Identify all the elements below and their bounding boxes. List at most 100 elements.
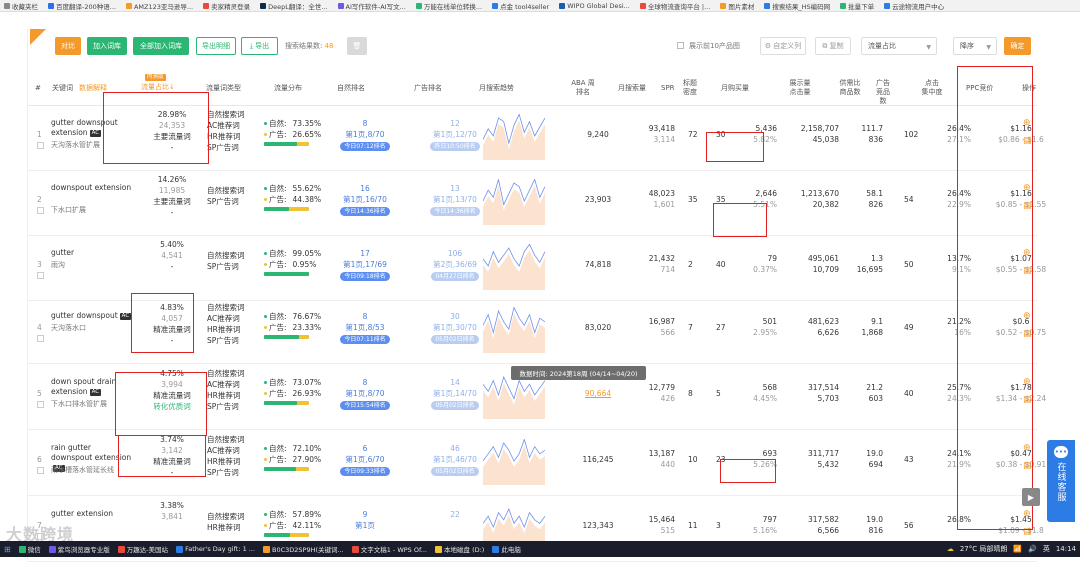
keyword-text[interactable]: gutter extension [51, 509, 113, 518]
keyword-text[interactable]: down spout drain extension [51, 377, 116, 396]
col-click-concentration[interactable]: 点击 集中度 [921, 79, 943, 97]
taskbar-app[interactable]: B0C3D2SP9H(关键词... [259, 541, 348, 557]
monthly-trend-sparkline[interactable] [483, 244, 545, 290]
keyword-text[interactable]: gutter downspout [51, 311, 118, 320]
bookmark-item[interactable]: 收藏夹栏 [4, 1, 38, 11]
keyword-cell[interactable]: gutter downspout AC [51, 311, 133, 321]
monthly-trend-sparkline[interactable] [483, 439, 545, 485]
bookmark-item[interactable]: 全球物流查询平台 |... [639, 1, 710, 11]
keyword-cell[interactable]: gutter extension [51, 509, 133, 519]
delete-button[interactable]: 🗑 [347, 37, 367, 55]
col-display-click[interactable]: 展示量 点击量 [786, 79, 814, 97]
add-action-icon[interactable]: ⊕ [1023, 377, 1031, 387]
keyword-cell[interactable]: downspout extension [51, 183, 133, 193]
monthly-trend-sparkline[interactable] [483, 307, 545, 353]
col-aba[interactable]: ABA 周排名 [569, 79, 597, 97]
row-checkbox[interactable] [37, 207, 44, 214]
ad-rank-cell[interactable]: 22 [425, 509, 485, 520]
ad-rank-cell[interactable]: 14 第1页,14/70 05月02日排名 [425, 377, 485, 410]
copy-button[interactable]: ⧉ 复制 [815, 37, 851, 55]
bookmark-item[interactable]: AI写作软件-AI写文... [337, 1, 406, 11]
taskbar-app[interactable]: 万趣达-美国站 [114, 541, 172, 557]
row-checkbox[interactable] [37, 467, 44, 474]
ad-rank-cell[interactable]: 106 第2页,36/69 04月27日排名 [425, 248, 485, 281]
export-button[interactable]: ⤓ 导出 [241, 37, 278, 55]
row-checkbox[interactable] [37, 335, 44, 342]
col-flow-ratio[interactable]: 流量占比↓ [141, 83, 175, 92]
add-action-icon[interactable]: ⊕ [1023, 118, 1031, 128]
taskbar-app[interactable]: 紫鸟浏览器专业版 [45, 541, 114, 557]
bookmark-item[interactable]: AMZ123亚马逊导... [125, 1, 193, 11]
add-action-icon[interactable]: ⊕ [1023, 311, 1031, 321]
list-action-icon[interactable]: ▤ [1023, 201, 1032, 211]
taskbar-app[interactable]: 微信 [15, 541, 45, 557]
natural-rank-cell[interactable]: 17 第1页,17/69 今日09:18排名 [335, 248, 395, 281]
bookmark-item[interactable]: 卖家精灵登录 [203, 1, 250, 11]
bookmark-item[interactable]: 云途物流用户中心 [884, 1, 944, 11]
scroll-to-top-button[interactable]: ▶ [1022, 488, 1040, 506]
add-action-icon[interactable]: ⊕ [1023, 183, 1031, 193]
col-title-density[interactable]: 标题 密度 [682, 79, 698, 97]
list-action-icon[interactable]: ▤ [1023, 329, 1032, 339]
col-ad-products[interactable]: 广告 竞品数 [873, 79, 893, 106]
ad-rank-cell[interactable]: 46 第1页,46/70 05月02日排名 [425, 443, 485, 476]
compare-button[interactable]: 对比 [55, 37, 81, 55]
col-monthly-search[interactable]: 月搜索量 [618, 84, 646, 93]
add-action-icon[interactable]: ⊕ [1023, 248, 1031, 258]
custom-columns-button[interactable]: ⚙ 自定义列 [760, 37, 806, 55]
add-to-library-button[interactable]: 加入词库 [87, 37, 127, 55]
natural-rank-cell[interactable]: 8 第1页,8/53 今日07:11排名 [335, 311, 395, 344]
online-support-button[interactable]: ••• 在线客服 [1047, 440, 1075, 522]
keyword-cell[interactable]: gutter downspout extension AC [51, 118, 133, 138]
sort-order-select[interactable]: 降序 ▼ [953, 37, 997, 55]
add-all-to-library-button[interactable]: 全部加入词库 [133, 37, 189, 55]
show-top10-checkbox[interactable] [677, 42, 684, 49]
row-checkbox[interactable] [37, 401, 44, 408]
bookmark-item[interactable]: 批量下单 [840, 1, 874, 11]
col-supply-demand[interactable]: 供需比 商品数 [838, 79, 862, 97]
natural-rank-cell[interactable]: 9 第1页 [335, 509, 395, 531]
row-checkbox[interactable] [37, 142, 44, 149]
bookmark-item[interactable]: 万能在线单位转换... [415, 1, 482, 11]
keyword-text[interactable]: gutter downspout extension [51, 118, 118, 137]
monthly-trend-sparkline[interactable] [483, 114, 545, 160]
data-explain-link[interactable]: 数据解释 [79, 84, 107, 93]
bookmark-item[interactable]: 图片素材 [720, 1, 754, 11]
taskbar-app[interactable]: 文字文稿1 - WPS Of... [348, 541, 431, 557]
confirm-button[interactable]: 确定 [1004, 37, 1031, 55]
add-action-icon[interactable]: ⊕ [1023, 509, 1031, 519]
taskbar-app[interactable]: 此电脑 [488, 541, 525, 557]
ad-rank-cell[interactable]: 13 第1页,13/70 今日14:36排名 [425, 183, 485, 216]
natural-rank-cell[interactable]: 16 第1页,16/70 今日14:36排名 [335, 183, 395, 216]
input-language[interactable]: 英 [1043, 544, 1050, 554]
keyword-text[interactable]: gutter [51, 248, 74, 257]
natural-rank-cell[interactable]: 6 第1页,6/70 今日09:33排名 [335, 443, 395, 476]
col-monthly-purchase[interactable]: 月购买量 [721, 84, 749, 93]
list-action-icon[interactable]: ▤ [1023, 136, 1032, 146]
natural-rank-cell[interactable]: 8 第1页,8/70 今日15:54排名 [335, 377, 395, 410]
col-keyword[interactable]: 关键词 [52, 84, 73, 93]
list-action-icon[interactable]: ▤ [1023, 266, 1032, 276]
list-action-icon[interactable]: ▤ [1023, 527, 1032, 537]
export-details-button[interactable]: 导出明细 [196, 37, 236, 55]
keyword-text[interactable]: downspout extension [51, 183, 131, 192]
taskbar-app[interactable]: 本地磁盘 (D:) [431, 541, 488, 557]
natural-rank-cell[interactable]: 8 第1页,8/70 今日07:12排名 [335, 118, 395, 151]
row-checkbox[interactable] [37, 272, 44, 279]
bookmark-item[interactable]: 百度翻译-200种语... [48, 1, 116, 11]
ad-rank-cell[interactable]: 12 第1页,12/70 昨日10:50排名 [425, 118, 485, 151]
col-spr[interactable]: SPR [661, 84, 675, 93]
add-action-icon[interactable]: ⊕ [1023, 443, 1031, 453]
sort-field-select[interactable]: 流量占比 ▼ [861, 37, 937, 55]
col-ppc[interactable]: PPC竞价 [966, 84, 993, 93]
bookmark-item[interactable]: DeepL翻译：全世... [260, 1, 328, 11]
keyword-text[interactable]: rain gutter downspout extension [51, 443, 131, 462]
start-button[interactable]: ⊞ [0, 541, 15, 557]
keyword-cell[interactable]: gutter [51, 248, 133, 258]
list-action-icon[interactable]: ▤ [1023, 395, 1032, 405]
keyword-cell[interactable]: down spout drain extension AC [51, 377, 133, 397]
bookmark-item[interactable]: 点金 tool4seller [492, 1, 549, 11]
list-action-icon[interactable]: ▤ [1023, 461, 1032, 471]
ad-rank-cell[interactable]: 30 第1页,30/70 05月02日排名 [425, 311, 485, 344]
monthly-trend-sparkline[interactable] [483, 179, 545, 225]
